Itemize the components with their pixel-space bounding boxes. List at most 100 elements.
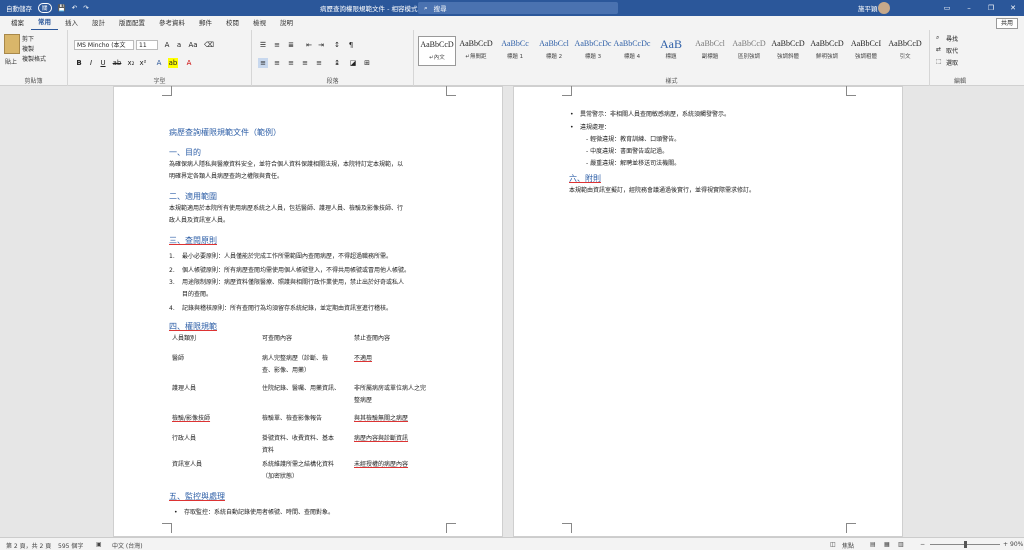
- page-2[interactable]: • 異常警示：非相關人員查閱敏感病歷，系統須觸發警示。 • 違規處理： - 輕微…: [513, 86, 903, 537]
- increase-indent-icon[interactable]: ⇥: [316, 40, 326, 50]
- section-1-heading: 一、目的: [169, 148, 201, 157]
- align-left-icon[interactable]: ≡: [258, 58, 268, 68]
- style-gallery-item[interactable]: AaBbCc 標題 1: [496, 36, 534, 66]
- text-effects-icon[interactable]: A: [154, 58, 164, 68]
- replace-icon[interactable]: ⇄: [936, 46, 941, 53]
- autosave-toggle[interactable]: 關: [38, 3, 52, 13]
- tab-view[interactable]: 檢視: [246, 16, 273, 30]
- title-bar: 自動儲存 關 💾 ↶ ↷ 病歷查詢權限規範文件 - 相容模式 - 已儲存到 此電…: [0, 0, 1024, 16]
- zoom-level[interactable]: 90%: [1010, 541, 1023, 548]
- style-gallery-item[interactable]: AaBbCcD ↵內文: [418, 36, 456, 66]
- font-size-select[interactable]: 11: [136, 40, 158, 50]
- web-layout-icon[interactable]: ▥: [898, 541, 904, 548]
- paste-icon[interactable]: [4, 34, 20, 54]
- find-button[interactable]: 尋找: [946, 34, 958, 43]
- section-5-heading: 五、監控與處理: [169, 492, 225, 501]
- list-item: - 輕微違規：教育訓練、口頭警告。: [586, 136, 681, 143]
- zoom-in-icon[interactable]: +: [1003, 541, 1008, 548]
- highlight-icon[interactable]: ab: [168, 58, 178, 68]
- bullets-icon[interactable]: ☰: [258, 40, 268, 50]
- undo-icon[interactable]: ↶: [72, 4, 77, 12]
- strikethrough-icon[interactable]: ab: [112, 58, 122, 68]
- style-gallery-item[interactable]: AaBbCcI 強調粗體: [847, 36, 885, 66]
- select-button[interactable]: 選取: [946, 58, 958, 67]
- font-name-select[interactable]: MS Mincho (本文: [74, 40, 134, 50]
- list-item: 4.: [169, 305, 175, 312]
- language[interactable]: 中文 (台灣): [112, 541, 143, 550]
- tab-references[interactable]: 參考資料: [152, 16, 192, 30]
- style-gallery-item[interactable]: AaBbCcl 副標題: [691, 36, 729, 66]
- zoom-thumb[interactable]: [964, 541, 967, 548]
- section-2-line-1: 本規範適用於本院所有使用病歷系統之人員，包括醫師、護理人員、檢驗及影像技師、行: [169, 205, 404, 212]
- replace-button[interactable]: 取代: [946, 46, 958, 55]
- user-name[interactable]: 施平穎: [858, 3, 878, 13]
- print-layout-icon[interactable]: ▦: [884, 541, 890, 548]
- subscript-icon[interactable]: x₂: [126, 58, 136, 68]
- search-box[interactable]: ⌕ 搜尋: [418, 2, 618, 14]
- maximize-icon[interactable]: ❐: [980, 0, 1002, 16]
- proofing-icon[interactable]: ▣: [96, 541, 102, 548]
- align-right-icon[interactable]: ≡: [286, 58, 296, 68]
- tab-home[interactable]: 常用: [31, 15, 58, 31]
- focus-icon[interactable]: ◫: [830, 541, 836, 548]
- grow-font-icon[interactable]: A: [162, 40, 172, 50]
- zoom-out-icon[interactable]: −: [920, 541, 925, 548]
- avatar[interactable]: [878, 2, 890, 14]
- minimize-icon[interactable]: –: [958, 0, 980, 16]
- tab-file[interactable]: 檔案: [4, 16, 31, 30]
- sort-icon[interactable]: ↕: [332, 40, 342, 50]
- style-gallery-item[interactable]: AaBbCcDc 標題 3: [574, 36, 612, 66]
- style-gallery-item[interactable]: AaBbCcD ↵無間距: [457, 36, 495, 66]
- style-gallery-item[interactable]: AaB 標題: [652, 36, 690, 66]
- align-center-icon[interactable]: ≡: [272, 58, 282, 68]
- word-count[interactable]: 595 個字: [58, 541, 83, 550]
- page-1[interactable]: 病歷查詢權限規範文件（範例） 一、目的 為確保病人隱私與醫療資料安全，並符合個人…: [113, 86, 503, 537]
- shrink-font-icon[interactable]: a: [174, 40, 184, 50]
- focus-button[interactable]: 焦點: [842, 541, 854, 550]
- format-painter-button[interactable]: 複製格式: [22, 54, 46, 63]
- justify-icon[interactable]: ≡: [300, 58, 310, 68]
- superscript-icon[interactable]: x²: [138, 58, 148, 68]
- borders-icon[interactable]: ⊞: [362, 58, 372, 68]
- cut-button[interactable]: 剪下: [22, 34, 34, 43]
- decrease-indent-icon[interactable]: ⇤: [304, 40, 314, 50]
- redo-icon[interactable]: ↷: [83, 4, 88, 12]
- line-spacing-icon[interactable]: ↨: [332, 58, 342, 68]
- show-marks-icon[interactable]: ¶: [346, 40, 356, 50]
- save-icon[interactable]: 💾: [58, 4, 66, 12]
- tab-mailings[interactable]: 郵件: [192, 16, 219, 30]
- page-count[interactable]: 第 2 頁，共 2 頁: [6, 541, 51, 550]
- tab-help[interactable]: 說明: [273, 16, 300, 30]
- tab-design[interactable]: 設計: [85, 16, 112, 30]
- italic-icon[interactable]: I: [86, 58, 96, 68]
- select-icon[interactable]: ⬚: [936, 58, 942, 65]
- style-gallery-item[interactable]: AaBbCcD 強調斜體: [769, 36, 807, 66]
- multilevel-list-icon[interactable]: ≣: [286, 40, 296, 50]
- bold-icon[interactable]: B: [74, 58, 84, 68]
- style-sample: AaBbCcl: [695, 39, 725, 48]
- tab-insert[interactable]: 插入: [58, 16, 85, 30]
- tab-layout[interactable]: 版面配置: [112, 16, 152, 30]
- clear-format-icon[interactable]: ⌫: [204, 40, 214, 50]
- find-icon[interactable]: ⌕: [936, 34, 939, 42]
- style-gallery-item[interactable]: AaBbCcDc 標題 4: [613, 36, 651, 66]
- style-gallery-item[interactable]: AaBbCcD 引文: [886, 36, 924, 66]
- close-icon[interactable]: ✕: [1002, 0, 1024, 16]
- tab-review[interactable]: 校閱: [219, 16, 246, 30]
- style-gallery-item[interactable]: AaBbCcl 標題 2: [535, 36, 573, 66]
- underline-icon[interactable]: U: [98, 58, 108, 68]
- style-gallery-item[interactable]: AaBbCcD 區別強調: [730, 36, 768, 66]
- numbering-icon[interactable]: ≡: [272, 40, 282, 50]
- copy-button[interactable]: 複製: [22, 44, 34, 53]
- share-button[interactable]: 共用: [995, 18, 1018, 29]
- style-sample: AaBbCcDc: [613, 39, 651, 48]
- read-mode-icon[interactable]: ▤: [870, 541, 876, 548]
- shading-icon[interactable]: ◪: [348, 58, 358, 68]
- distributed-icon[interactable]: ≡: [314, 58, 324, 68]
- paste-button[interactable]: 貼上: [5, 57, 17, 66]
- font-color-icon[interactable]: A: [184, 58, 194, 68]
- ribbon-display-icon[interactable]: ▭: [936, 0, 958, 16]
- table-cell: 資訊室人員: [172, 461, 203, 468]
- change-case-icon[interactable]: Aa: [188, 40, 198, 50]
- style-gallery-item[interactable]: AaBbCcD 鮮明強調: [808, 36, 846, 66]
